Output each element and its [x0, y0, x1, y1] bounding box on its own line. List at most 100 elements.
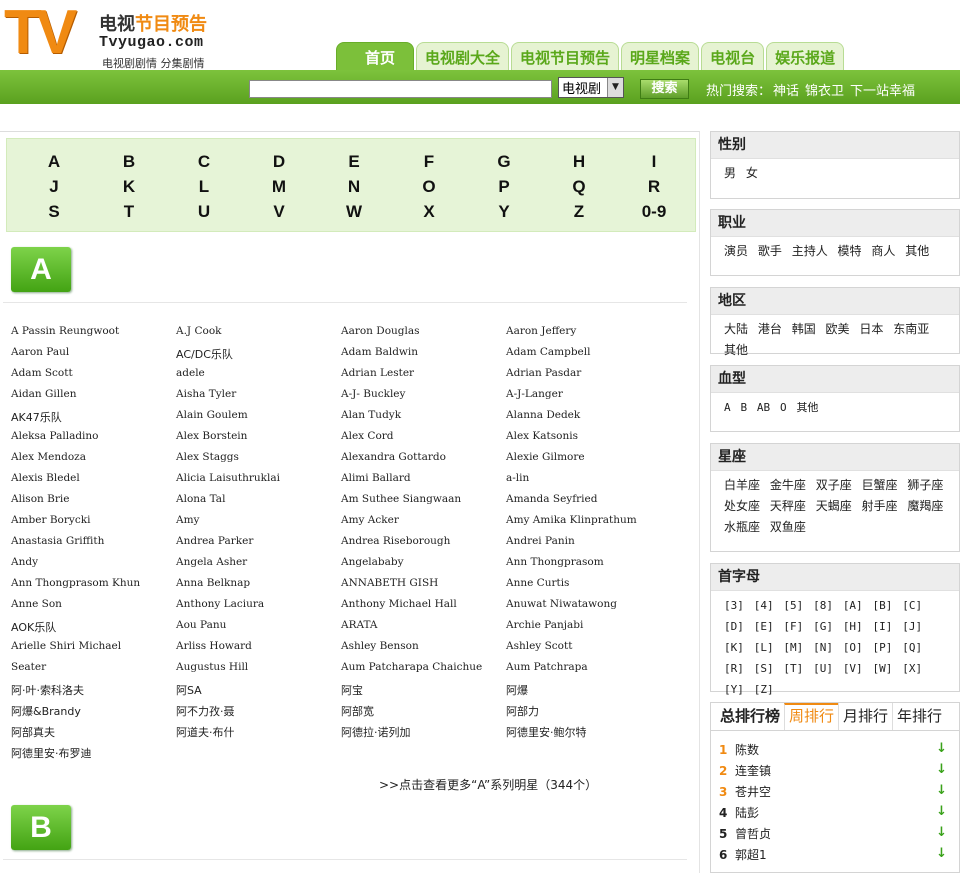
filter-region-option[interactable]: 大陆 [724, 322, 748, 336]
filter-blood-option[interactable]: A [724, 401, 731, 414]
star-name-link[interactable]: Anna Belknap [176, 577, 250, 589]
filter-initial-option[interactable]: [T] [783, 662, 803, 675]
filter-zodiac-option[interactable]: 狮子座 [907, 478, 943, 492]
filter-zodiac-option[interactable]: 射手座 [862, 499, 898, 513]
ranking-row[interactable]: 2 连奎镇 ↓ [719, 762, 949, 782]
star-name-link[interactable]: Alison Brie [11, 493, 69, 505]
star-name-link[interactable]: 阿道夫·布什 [176, 724, 235, 740]
hot-search-term[interactable]: 下一站幸福 [850, 84, 915, 99]
filter-initial-option[interactable]: [U] [813, 662, 833, 675]
star-name-link[interactable]: Seater [11, 661, 46, 673]
filter-initial-option[interactable]: [W] [873, 662, 893, 675]
star-name-link[interactable]: 阿爆&Brandy [11, 703, 81, 719]
nav-tab-2[interactable]: 电视节目预告 [511, 42, 620, 72]
filter-initial-option[interactable]: [I] [873, 620, 893, 633]
star-name-link[interactable]: 阿宝 [341, 682, 363, 698]
star-name-link[interactable]: ARATA [341, 619, 378, 631]
ranking-tab-1[interactable]: 月排行 [838, 703, 892, 730]
filter-initial-option[interactable]: [O] [843, 641, 863, 654]
star-name-link[interactable]: Ann Thongprasom [506, 556, 604, 568]
filter-initial-option[interactable]: [4] [754, 599, 774, 612]
search-category-select[interactable]: 电视剧 ▼ [558, 77, 624, 98]
filter-initial-option[interactable]: [J] [902, 620, 922, 633]
filter-initial-option[interactable]: [F] [783, 620, 803, 633]
search-button[interactable]: 搜索 [640, 79, 689, 99]
star-name-link[interactable]: Alexie Gilmore [506, 451, 585, 463]
filter-initial-option[interactable]: [M] [783, 641, 803, 654]
ranking-name[interactable]: 陆彭 [735, 806, 759, 820]
star-name-link[interactable]: Amy Acker [341, 514, 399, 526]
filter-initial-option[interactable]: [A] [843, 599, 863, 612]
filter-initial-option[interactable]: [Y] [724, 683, 744, 696]
star-name-link[interactable]: a-lin [506, 472, 529, 484]
search-input[interactable] [249, 80, 552, 98]
ranking-row[interactable]: 3 苍井空 ↓ [719, 783, 949, 803]
filter-zodiac-option[interactable]: 天秤座 [770, 499, 806, 513]
ranking-tab-0[interactable]: 周排行 [784, 703, 839, 730]
star-name-link[interactable]: Alanna Dedek [506, 409, 580, 421]
alphabet-link[interactable]: W [334, 202, 374, 222]
alphabet-link[interactable]: B [109, 152, 149, 172]
alphabet-link[interactable]: P [484, 177, 524, 197]
ranking-row[interactable]: 6 郭超1 ↓ [719, 846, 949, 866]
star-name-link[interactable]: Aaron Jeffery [506, 325, 576, 337]
filter-zodiac-option[interactable]: 巨蟹座 [862, 478, 898, 492]
alphabet-link[interactable]: J [34, 177, 74, 197]
star-name-link[interactable]: Anne Curtis [506, 577, 569, 589]
star-name-link[interactable]: Arliss Howard [176, 640, 252, 652]
star-name-link[interactable]: Aum Patchrapa [506, 661, 588, 673]
star-name-link[interactable]: 阿部真夫 [11, 724, 55, 740]
filter-initial-option[interactable]: [5] [783, 599, 803, 612]
filter-region-option[interactable]: 港台 [758, 322, 782, 336]
star-name-link[interactable]: Adrian Lester [341, 367, 414, 379]
star-name-link[interactable]: Archie Panjabi [506, 619, 583, 631]
filter-initial-option[interactable]: [L] [754, 641, 774, 654]
filter-zodiac-option[interactable]: 天蝎座 [816, 499, 852, 513]
star-name-link[interactable]: Aleksa Palladino [11, 430, 99, 442]
star-name-link[interactable]: Ashley Scott [506, 640, 572, 652]
alphabet-link[interactable]: K [109, 177, 149, 197]
star-name-link[interactable]: Alan Tudyk [341, 409, 401, 421]
star-name-link[interactable]: Aum Patcharapa Chaichue [341, 661, 482, 673]
alphabet-link[interactable]: T [109, 202, 149, 222]
star-name-link[interactable]: Alex Katsonis [506, 430, 578, 442]
star-name-link[interactable]: Alexis Bledel [11, 472, 80, 484]
nav-tab-4[interactable]: 电视台 [701, 42, 765, 72]
ranking-name[interactable]: 郭超1 [735, 848, 767, 862]
nav-tab-0[interactable]: 首页 [336, 42, 415, 72]
star-name-link[interactable]: AK47乐队 [11, 409, 62, 425]
star-name-link[interactable]: Alex Mendoza [11, 451, 86, 463]
filter-initial-option[interactable]: [P] [873, 641, 893, 654]
filter-zodiac-option[interactable]: 魔羯座 [907, 499, 943, 513]
filter-gender-option[interactable]: 女 [746, 166, 758, 180]
star-name-link[interactable]: 阿德里安·鲍尔特 [506, 724, 587, 740]
star-name-link[interactable]: Adam Campbell [506, 346, 590, 358]
star-name-link[interactable]: Alain Goulem [176, 409, 248, 421]
star-name-link[interactable]: A-J-Langer [506, 388, 563, 400]
filter-zodiac-option[interactable]: 处女座 [724, 499, 760, 513]
star-name-link[interactable]: Aidan Gillen [11, 388, 76, 400]
star-name-link[interactable]: Adam Baldwin [341, 346, 418, 358]
alphabet-link[interactable]: N [334, 177, 374, 197]
filter-blood-option[interactable]: O [780, 401, 787, 414]
filter-gender-option[interactable]: 男 [724, 166, 736, 180]
star-name-link[interactable]: Aou Panu [176, 619, 226, 631]
star-name-link[interactable]: Amber Borycki [11, 514, 90, 526]
hot-search-term[interactable]: 神话 [773, 84, 799, 99]
filter-initial-option[interactable]: [R] [724, 662, 744, 675]
ranking-row[interactable]: 4 陆彭 ↓ [719, 804, 949, 824]
filter-job-option[interactable]: 演员 [724, 244, 748, 258]
star-name-link[interactable]: Alexandra Gottardo [341, 451, 446, 463]
star-name-link[interactable]: Andrei Panin [506, 535, 575, 547]
filter-initial-option[interactable]: [3] [724, 599, 744, 612]
filter-region-option[interactable]: 日本 [859, 322, 883, 336]
alphabet-link[interactable]: C [184, 152, 224, 172]
star-name-link[interactable]: AOK乐队 [11, 619, 56, 635]
ranking-tab-2[interactable]: 年排行 [892, 703, 946, 730]
alphabet-link[interactable]: Z [559, 202, 599, 222]
star-name-link[interactable]: Alicia Laisuthruklai [176, 472, 280, 484]
star-name-link[interactable]: Aaron Paul [11, 346, 69, 358]
star-name-link[interactable]: Alex Staggs [176, 451, 239, 463]
filter-region-option[interactable]: 韩国 [792, 322, 816, 336]
filter-initial-option[interactable]: [V] [843, 662, 863, 675]
